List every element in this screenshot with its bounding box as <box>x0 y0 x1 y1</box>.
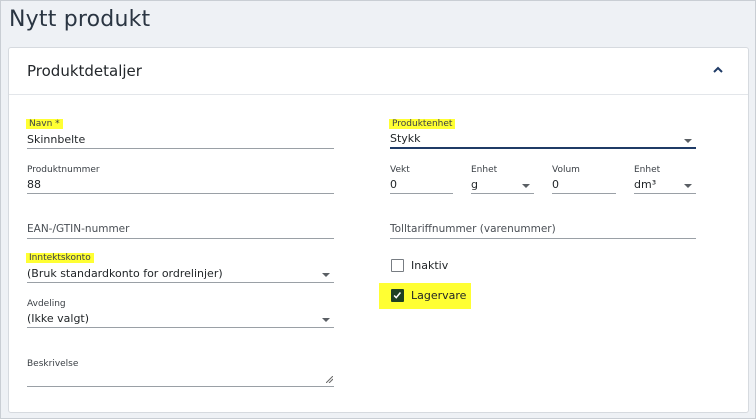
chevron-down-icon[interactable] <box>322 318 330 322</box>
product-number-field[interactable]: Produktnummer 88 <box>27 165 334 195</box>
product-details-card: Produktdetaljer Navn * Skinnbelte Produk… <box>8 47 749 413</box>
ean-underline <box>27 238 334 239</box>
product-unit-underline <box>390 147 696 149</box>
stock-item-label: Lagervare <box>411 289 467 302</box>
page-title: Nytt produkt <box>9 7 151 32</box>
weight-input[interactable]: 0 <box>390 178 397 191</box>
volume-underline <box>552 193 616 194</box>
weight-underline <box>390 193 453 194</box>
chevron-up-icon[interactable] <box>710 62 726 78</box>
customs-tariff-underline <box>390 238 696 239</box>
product-unit-label: Produktenhet <box>389 119 456 129</box>
weight-unit-label: Enhet <box>471 165 498 175</box>
name-field[interactable]: Navn * Skinnbelte <box>26 119 334 149</box>
income-account-label: Inntektskonto <box>26 253 94 263</box>
product-number-label: Produktnummer <box>27 165 100 175</box>
description-underline <box>27 386 334 387</box>
department-label: Avdeling <box>27 299 66 309</box>
product-unit-value[interactable]: Stykk <box>390 132 421 145</box>
inactive-checkbox[interactable] <box>391 259 404 272</box>
income-account-select[interactable]: Inntektskonto (Bruk standardkonto for or… <box>26 253 334 283</box>
weight-unit-underline <box>471 193 534 194</box>
volume-label: Volum <box>552 165 580 175</box>
volume-field[interactable]: Volum 0 <box>552 165 616 194</box>
description-textarea[interactable]: Beskrivelse <box>27 359 334 387</box>
chevron-down-icon[interactable] <box>684 139 692 143</box>
chevron-down-icon[interactable] <box>522 184 530 188</box>
product-number-input[interactable]: 88 <box>27 178 41 191</box>
product-number-underline <box>27 193 334 194</box>
inactive-checkbox-row[interactable]: Inaktiv <box>391 257 471 277</box>
stock-item-checkbox-row[interactable]: Lagervare <box>391 287 471 307</box>
product-unit-select[interactable]: Produktenhet Stykk <box>389 118 696 149</box>
income-account-value[interactable]: (Bruk standardkonto for ordrelinjer) <box>27 267 223 280</box>
department-value[interactable]: (Ikke valgt) <box>27 312 89 325</box>
stock-item-checkbox[interactable] <box>391 289 404 302</box>
description-label: Beskrivelse <box>27 359 79 369</box>
customs-tariff-input[interactable]: Tolltariffnummer (varenummer) <box>390 223 556 235</box>
customs-tariff-field[interactable]: Tolltariffnummer (varenummer) <box>390 222 696 239</box>
weight-label: Vekt <box>390 165 410 175</box>
weight-unit-select[interactable]: Enhet g <box>471 165 534 194</box>
department-underline <box>27 327 334 328</box>
chevron-down-icon[interactable] <box>684 184 692 188</box>
income-account-underline <box>27 282 334 283</box>
name-label: Navn * <box>26 119 63 129</box>
ean-field[interactable]: EAN-/GTIN-nummer <box>27 222 334 239</box>
name-input[interactable]: Skinnbelte <box>27 133 85 146</box>
volume-input[interactable]: 0 <box>552 178 559 191</box>
chevron-down-icon[interactable] <box>322 273 330 277</box>
volume-unit-select[interactable]: Enhet dm³ <box>634 165 696 194</box>
inactive-label: Inaktiv <box>411 259 449 272</box>
volume-unit-value[interactable]: dm³ <box>634 178 656 191</box>
department-select[interactable]: Avdeling (Ikke valgt) <box>27 299 334 329</box>
ean-input[interactable]: EAN-/GTIN-nummer <box>27 223 129 235</box>
card-header[interactable]: Produktdetaljer <box>9 48 748 95</box>
card-title: Produktdetaljer <box>27 62 142 80</box>
weight-unit-value[interactable]: g <box>471 178 478 191</box>
weight-field[interactable]: Vekt 0 <box>390 165 453 194</box>
name-underline <box>27 148 334 149</box>
volume-unit-label: Enhet <box>634 165 661 175</box>
checkmark-icon <box>393 292 402 299</box>
resize-grip-icon[interactable] <box>326 376 333 383</box>
volume-unit-underline <box>634 193 696 194</box>
